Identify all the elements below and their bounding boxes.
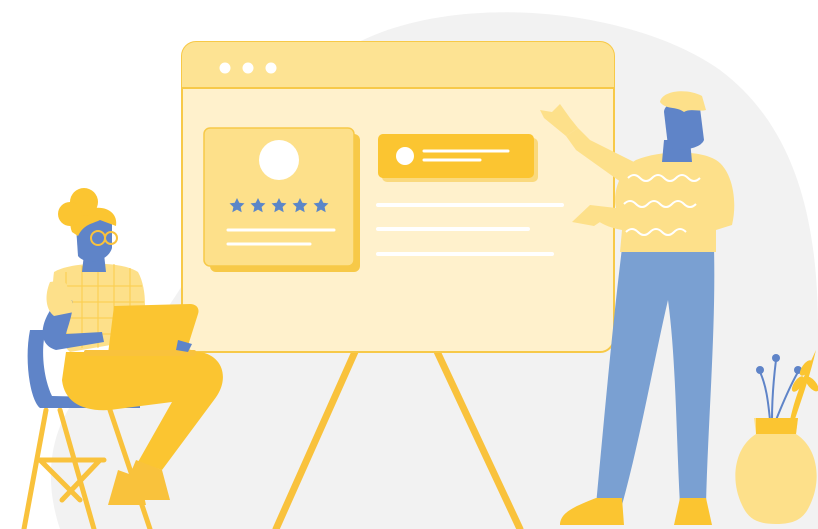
presenter-shoe-right	[674, 498, 712, 525]
profile-dot-icon	[396, 147, 414, 165]
avatar-placeholder-icon	[259, 140, 299, 180]
laptop-base	[84, 350, 196, 356]
window-dot	[242, 62, 254, 74]
window-dot	[265, 62, 277, 74]
profile-pill-card	[378, 134, 538, 182]
plant-bud	[772, 354, 780, 362]
presentation-illustration	[21, 12, 818, 529]
woman-hair-bun	[58, 202, 82, 226]
window-dot	[219, 62, 231, 74]
plant-bud	[756, 366, 764, 374]
window-dots	[219, 62, 277, 74]
review-card	[203, 127, 360, 272]
vase-shine	[756, 418, 798, 434]
presentation-board	[181, 41, 615, 353]
